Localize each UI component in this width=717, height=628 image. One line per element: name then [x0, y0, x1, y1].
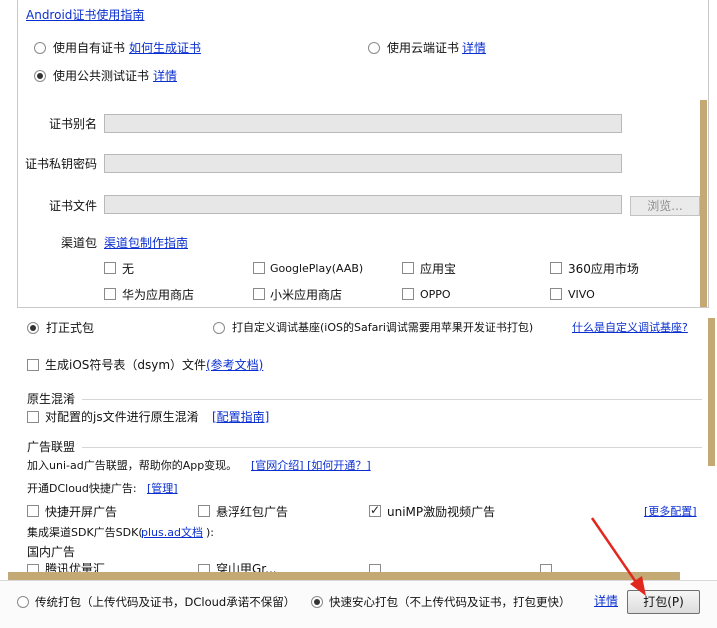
channel-checkbox-none[interactable] — [104, 262, 116, 274]
dcloud-ad-label: 开通DCloud快捷广告: — [27, 482, 137, 495]
channel-label-googleplay: GooglePlay(AAB) — [270, 262, 364, 275]
dsym-doc-link[interactable]: (参考文档) — [206, 358, 263, 372]
fast-pack-label: 快速安心打包（不上传代码及证书，打包更快） — [329, 595, 571, 609]
channel-checkbox-xiaomi[interactable] — [253, 288, 265, 300]
custom-base-radio[interactable] — [213, 322, 225, 334]
channel-checkbox-googleplay[interactable] — [253, 262, 265, 274]
ad-group-line — [82, 447, 702, 448]
domestic-ad-label-2: 穿山甲Gr... — [216, 562, 277, 572]
formal-build-label: 打正式包 — [46, 321, 95, 335]
domestic-ad-checkbox-1[interactable] — [27, 564, 39, 572]
public-test-cert-detail-link[interactable]: 详情 — [153, 69, 177, 83]
channel-label-none: 无 — [122, 262, 135, 276]
splash-ad-label: 快捷开屏广告 — [45, 505, 118, 519]
traditional-pack-label: 传统打包（上传代码及证书，DCloud承诺不保留） — [35, 595, 296, 609]
dsym-label: 生成iOS符号表（dsym）文件 — [45, 358, 207, 372]
redpacket-ad-checkbox[interactable] — [198, 505, 210, 517]
obfuscation-guide-link[interactable]: [配置指南] — [212, 410, 269, 424]
browse-button[interactable]: 浏览... — [630, 196, 700, 216]
red-arrow-annotation — [590, 517, 646, 596]
alias-label: 证书别名 — [49, 117, 98, 131]
ad-title: 广告联盟 — [27, 440, 76, 454]
channel-label-vivo: VIVO — [568, 288, 595, 301]
channel-guide-link[interactable]: 渠道包制作指南 — [104, 236, 188, 250]
channel-label-oppo: OPPO — [420, 288, 451, 301]
obfuscation-title: 原生混淆 — [27, 392, 76, 406]
custom-base-info-link[interactable]: 什么是自定义调试基座? — [572, 321, 688, 335]
channel-checkbox-360[interactable] — [550, 262, 562, 274]
reward-video-ad-label: uniMP激励视频广告 — [387, 505, 496, 519]
traditional-pack-radio[interactable] — [17, 596, 29, 608]
own-cert-label: 使用自有证书 — [53, 41, 126, 55]
dcloud-ad-manage-link[interactable]: [管理] — [147, 482, 178, 496]
generate-cert-link[interactable]: 如何生成证书 — [129, 41, 201, 55]
public-test-cert-label: 使用公共测试证书 — [53, 69, 150, 83]
outer-scrollbar[interactable] — [708, 318, 715, 466]
channel-checkbox-oppo[interactable] — [402, 288, 414, 300]
domestic-ad-checkbox-3[interactable] — [369, 564, 381, 572]
channel-checkbox-yingyongbao[interactable] — [402, 262, 414, 274]
cert-file-input[interactable] — [104, 195, 622, 214]
channel-label-huawei: 华为应用商店 — [122, 288, 195, 302]
public-test-cert-radio[interactable] — [34, 70, 46, 82]
sdk-label-suffix: ): — [206, 526, 214, 539]
channel-label-yingyongbao: 应用宝 — [420, 262, 457, 276]
own-cert-radio[interactable] — [34, 42, 46, 54]
obfuscation-group-line — [82, 399, 702, 400]
cloud-cert-label: 使用云端证书 — [387, 41, 460, 55]
channel-checkbox-huawei[interactable] — [104, 288, 116, 300]
obfuscation-label: 对配置的js文件进行原生混淆 — [45, 410, 199, 424]
redpacket-ad-label: 悬浮红包广告 — [216, 505, 289, 519]
dsym-checkbox[interactable] — [27, 359, 39, 371]
channel-label-360: 360应用市场 — [568, 262, 639, 276]
channel-checkbox-vivo[interactable] — [550, 288, 562, 300]
ad-intro-links[interactable]: [官网介绍] [如何开通？] — [251, 459, 371, 473]
obfuscation-checkbox[interactable] — [27, 411, 39, 423]
cloud-cert-detail-link[interactable]: 详情 — [462, 41, 486, 55]
domestic-ad-label: 国内广告 — [27, 545, 76, 559]
alias-input[interactable] — [104, 114, 622, 133]
channel-label-xiaomi: 小米应用商店 — [270, 288, 343, 302]
splash-ad-checkbox[interactable] — [27, 505, 39, 517]
cert-file-label: 证书文件 — [49, 199, 98, 213]
reward-video-ad-checkbox[interactable] — [369, 503, 381, 517]
channel-label: 渠道包 — [61, 236, 98, 250]
fast-pack-radio[interactable] — [311, 596, 323, 608]
key-password-label: 证书私钥密码 — [25, 157, 98, 171]
cloud-cert-radio[interactable] — [368, 42, 380, 54]
domestic-ad-label-1: 腾讯优量汇 — [45, 562, 106, 572]
inner-scrollbar[interactable] — [700, 100, 707, 307]
domestic-ad-checkbox-4[interactable] — [540, 564, 552, 572]
sdk-label-prefix: 集成渠道SDK广告SDK( — [27, 526, 143, 539]
formal-build-radio[interactable] — [27, 322, 39, 334]
android-cert-guide-link[interactable]: Android证书使用指南 — [26, 8, 144, 22]
custom-base-label: 打自定义调试基座(iOS的Safari调试需要用苹果开发证书打包) — [232, 321, 534, 334]
key-password-input[interactable] — [104, 154, 622, 173]
ad-intro: 加入uni-ad广告联盟，帮助你的App变现。 — [27, 459, 238, 472]
domestic-ad-checkbox-2[interactable] — [198, 564, 210, 572]
sdk-doc-link[interactable]: plus.ad文档 — [141, 526, 203, 540]
